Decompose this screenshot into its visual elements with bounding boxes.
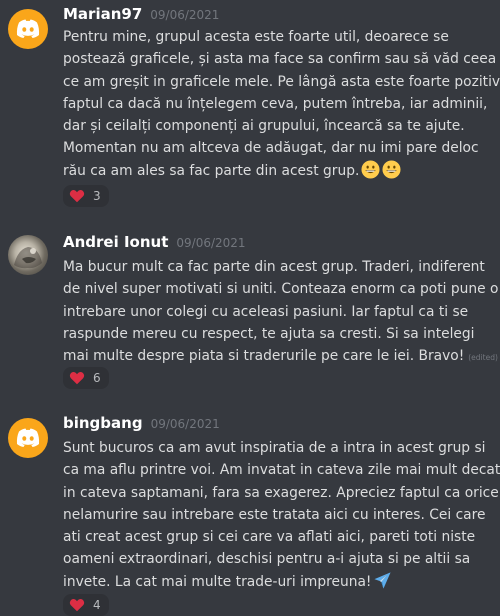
reaction-count: 6 xyxy=(93,371,101,385)
red-heart-icon xyxy=(69,599,85,612)
reaction-heart-button[interactable]: 3 xyxy=(63,185,109,207)
avatar[interactable] xyxy=(8,418,48,458)
red-heart-icon xyxy=(69,190,85,203)
airplane-icon xyxy=(374,572,392,589)
reaction-heart-button[interactable]: 4 xyxy=(63,594,109,616)
reaction-count: 4 xyxy=(93,598,101,612)
timestamp: 09/06/2021 xyxy=(150,8,220,22)
username[interactable]: Marian97 xyxy=(63,5,142,23)
timestamp: 09/06/2021 xyxy=(150,417,220,431)
discord-logo-icon xyxy=(16,19,40,38)
username[interactable]: Andrei Ionut xyxy=(63,233,168,251)
message-content: Pentru mine, grupul acesta este foarte u… xyxy=(63,29,500,179)
timestamp: 09/06/2021 xyxy=(176,236,246,250)
username[interactable]: bingbang xyxy=(63,414,143,432)
reaction-heart-button[interactable]: 6 xyxy=(63,367,109,389)
avatar[interactable] xyxy=(8,9,48,49)
grinning-face-icon xyxy=(382,160,401,179)
red-heart-icon xyxy=(69,372,85,385)
user-photo xyxy=(14,247,42,269)
discord-logo-icon xyxy=(16,428,40,447)
grinning-face-icon xyxy=(361,160,380,179)
reaction-count: 3 xyxy=(93,189,101,203)
avatar[interactable] xyxy=(8,235,48,275)
message-content: Sunt bucuros ca am avut inspiratia de a … xyxy=(63,440,500,590)
message-content: Ma bucur mult ca fac parte din acest gru… xyxy=(63,259,499,365)
edited-label: (edited) xyxy=(468,353,498,363)
